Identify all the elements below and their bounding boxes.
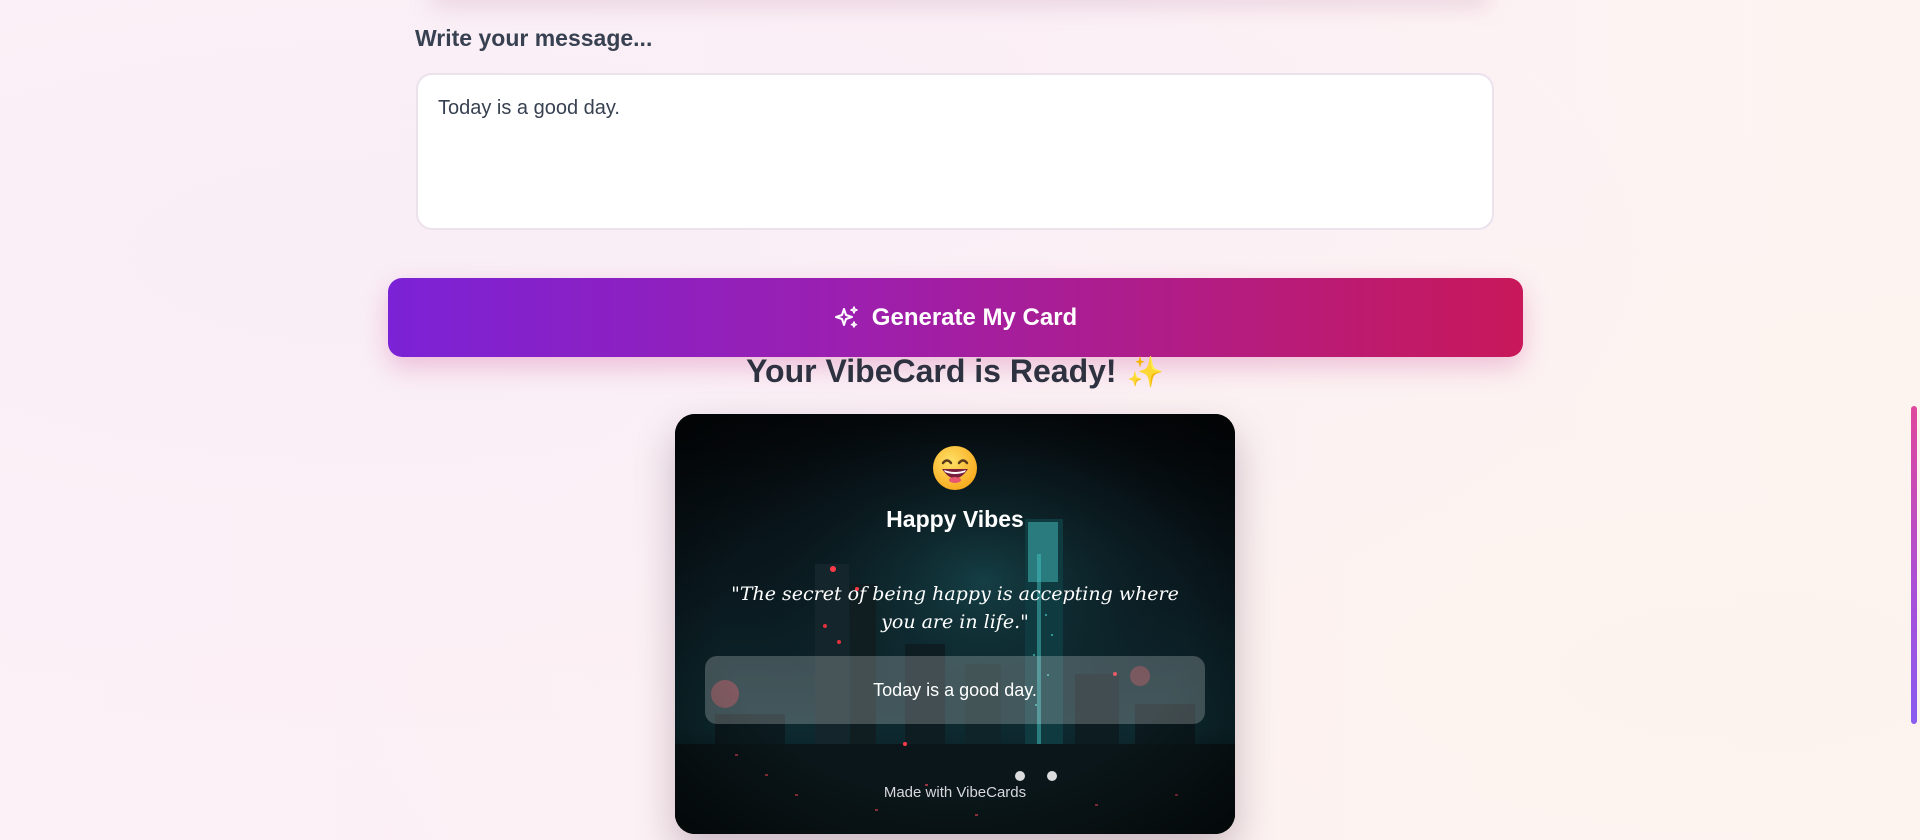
card-footer: Made with VibeCards — [883, 784, 1027, 801]
page-scrollbar-thumb[interactable] — [1911, 406, 1917, 724]
card-message-box: Today is a good day. — [705, 656, 1205, 724]
message-label: Write your message... — [415, 25, 653, 51]
result-heading-text: Your VibeCard is Ready! — [746, 353, 1117, 389]
grinning-face-icon — [675, 444, 1235, 492]
result-heading: Your VibeCard is Ready! ✨ — [0, 353, 1910, 390]
card-quote: "The secret of being happy is accepting … — [731, 583, 1179, 633]
message-input[interactable] — [416, 73, 1494, 230]
sparkle-emoji: ✨ — [1126, 356, 1164, 389]
vibe-card: Happy Vibes "The secret of being happy i… — [675, 414, 1235, 834]
generate-card-button[interactable]: Generate My Card — [388, 278, 1523, 357]
card-vibe-title: Happy Vibes — [886, 506, 1024, 532]
card-message-text: Today is a good day. — [873, 679, 1037, 700]
generate-button-label: Generate My Card — [871, 303, 1078, 331]
sparkles-icon — [834, 305, 860, 331]
